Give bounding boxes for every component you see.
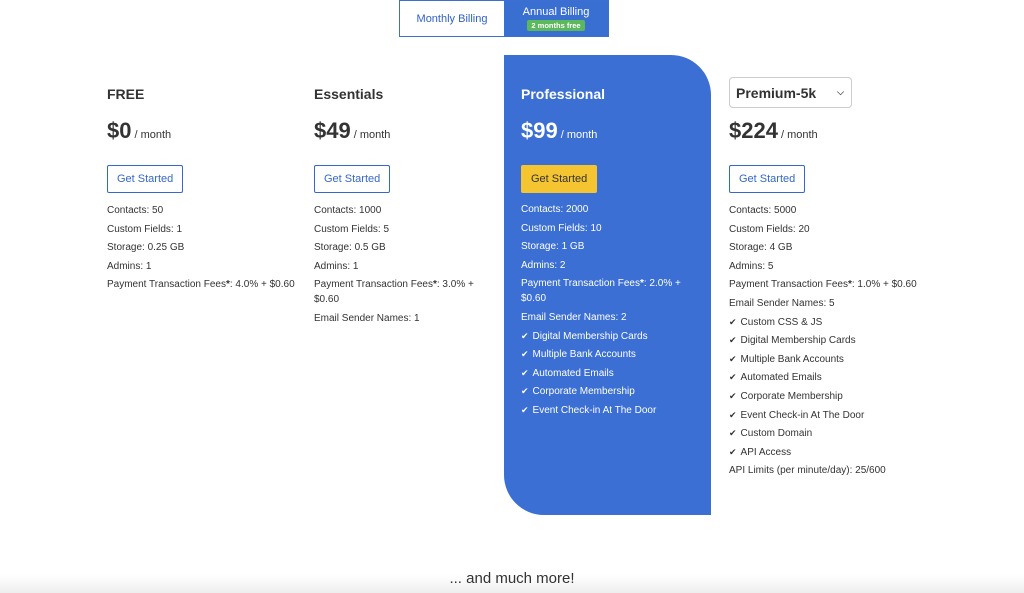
check-feature-item: Corporate Membership — [729, 389, 929, 404]
price-period: / month — [134, 129, 172, 141]
feature-item: Custom Fields: 20 — [729, 223, 810, 235]
feature-item: Storage: 0.25 GB — [107, 242, 185, 254]
plan-name: Essentials — [314, 86, 384, 102]
feature-list: Contacts: 2000 Custom Fields: 10 Storage… — [521, 202, 701, 422]
plan-price: $0/ month — [107, 118, 171, 144]
fees-value: : 4.0% + $0.60 — [229, 279, 295, 291]
feature-item: Storage: 4 GB — [729, 242, 793, 254]
feature-item: Email Sender Names: 1 — [314, 312, 420, 324]
feature-item: Custom Fields: 1 — [107, 223, 183, 235]
plan-price: $49/ month — [314, 118, 390, 144]
feature-item: Contacts: 2000 — [521, 204, 589, 215]
feature-item: Admins: 2 — [521, 259, 566, 271]
much-more-text: ... and much more! — [449, 570, 575, 587]
check-feature-item: Digital Membership Cards — [521, 329, 701, 344]
plan-price: $224/ month — [729, 118, 818, 144]
feature-list: Contacts: 1000 Custom Fields: 5 Storage:… — [314, 203, 494, 330]
feature-item: Admins: 1 — [314, 260, 359, 272]
price-amount: $224 — [729, 118, 778, 143]
fees-value: : 1.0% + $0.60 — [851, 279, 917, 291]
feature-item: Email Sender Names: 5 — [729, 297, 835, 309]
feature-item: Contacts: 1000 — [314, 205, 382, 216]
price-period: / month — [353, 129, 391, 141]
fees-label: Payment Transaction Fees — [521, 278, 640, 290]
feature-list: Contacts: 50 Custom Fields: 1 Storage: 0… — [107, 203, 297, 296]
fees-label: Payment Transaction Fees — [314, 279, 433, 291]
get-started-button[interactable]: Get Started — [107, 165, 184, 193]
transaction-fees: Payment Transaction Fees*: 2.0% + $0.60 — [521, 276, 701, 306]
feature-item: Email Sender Names: 2 — [521, 311, 627, 323]
check-feature-item: Automated Emails — [521, 366, 701, 381]
feature-item: Admins: 1 — [107, 260, 152, 272]
check-feature-item: Multiple Bank Accounts — [521, 347, 701, 362]
fees-label: Payment Transaction Fees — [107, 279, 226, 291]
transaction-fees: Payment Transaction Fees*: 1.0% + $0.60 — [729, 277, 929, 292]
annual-discount-badge: 2 months free — [527, 20, 585, 31]
monthly-billing-label: Monthly Billing — [416, 12, 488, 25]
feature-item: Custom Fields: 10 — [521, 222, 602, 234]
plan-name: Professional — [521, 86, 606, 102]
get-started-button[interactable]: Get Started — [521, 165, 598, 193]
check-feature-item: Corporate Membership — [521, 384, 701, 399]
check-feature-item: Automated Emails — [729, 370, 929, 385]
monthly-billing-button[interactable]: Monthly Billing — [400, 1, 504, 36]
check-feature-item: API Access — [729, 445, 929, 460]
transaction-fees: Payment Transaction Fees*: 4.0% + $0.60 — [107, 277, 297, 292]
price-amount: $49 — [314, 118, 351, 143]
plan-name: FREE — [107, 86, 145, 102]
premium-tier-select[interactable]: Premium-5k ⌵ — [729, 77, 852, 108]
annual-billing-label: Annual Billing — [522, 6, 590, 18]
feature-item: API Limits (per minute/day): 25/600 — [729, 465, 886, 477]
price-amount: $0 — [107, 118, 132, 143]
check-feature-item: Event Check-in At The Door — [521, 403, 701, 418]
chevron-down-icon: ⌵ — [837, 87, 844, 97]
feature-item: Custom Fields: 5 — [314, 223, 390, 235]
feature-item: Admins: 5 — [729, 260, 774, 272]
annual-billing-button[interactable]: Annual Billing 2 months free — [504, 1, 608, 36]
premium-tier-selected: Premium-5k — [736, 84, 817, 101]
feature-list: Contacts: 5000 Custom Fields: 20 Storage… — [729, 203, 929, 482]
price-period: / month — [560, 129, 598, 141]
feature-item: Contacts: 5000 — [729, 205, 797, 216]
fees-label: Payment Transaction Fees — [729, 279, 848, 291]
get-started-button[interactable]: Get Started — [314, 165, 391, 193]
transaction-fees: Payment Transaction Fees*: 3.0% + $0.60 — [314, 277, 494, 307]
feature-item: Storage: 1 GB — [521, 241, 585, 253]
feature-item: Storage: 0.5 GB — [314, 242, 386, 254]
plan-professional: Professional $99/ month Get Started Cont… — [504, 55, 711, 515]
price-period: / month — [780, 129, 818, 141]
get-started-button[interactable]: Get Started — [729, 165, 806, 193]
price-amount: $99 — [521, 118, 558, 143]
check-feature-item: Multiple Bank Accounts — [729, 352, 929, 367]
billing-toggle: Monthly Billing Annual Billing 2 months … — [399, 0, 609, 37]
check-feature-item: Custom CSS & JS — [729, 315, 929, 330]
plan-price: $99/ month — [521, 118, 597, 144]
check-feature-item: Event Check-in At The Door — [729, 408, 929, 423]
feature-item: Contacts: 50 — [107, 205, 164, 216]
check-feature-item: Custom Domain — [729, 426, 929, 441]
check-feature-item: Digital Membership Cards — [729, 333, 929, 348]
